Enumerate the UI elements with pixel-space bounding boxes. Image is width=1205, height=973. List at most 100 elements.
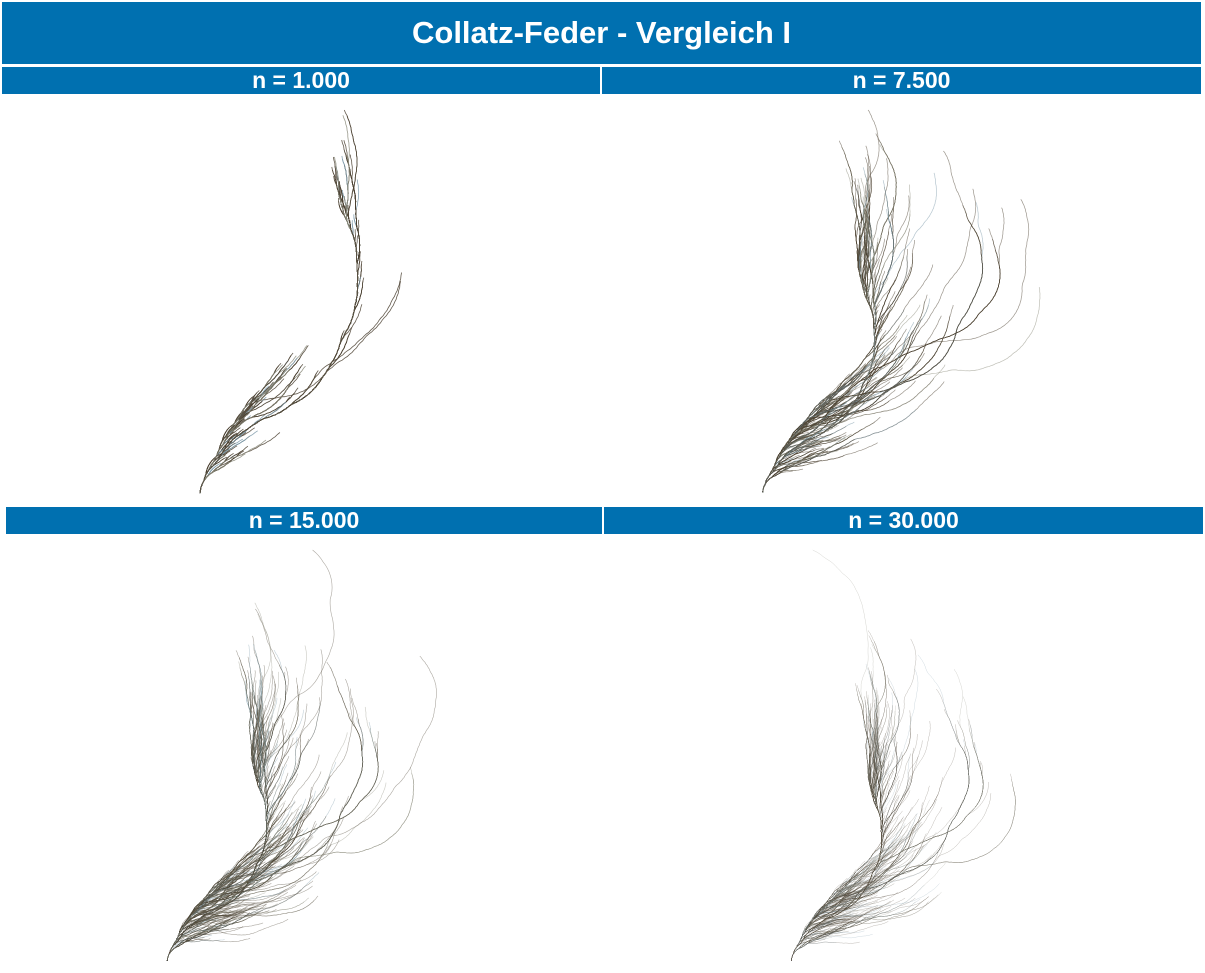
collatz-path-stroke (166, 704, 268, 962)
collatz-path-stroke (166, 808, 283, 962)
collatz-path-stroke (199, 393, 285, 494)
collatz-path-stroke (199, 295, 358, 494)
collatz-path-stroke (199, 355, 292, 494)
collatz-path-stroke (791, 782, 885, 961)
collatz-path-stroke (199, 381, 274, 494)
collatz-path-stroke (166, 939, 225, 962)
collatz-path-stroke (166, 702, 268, 962)
collatz-path-stroke (762, 465, 778, 493)
collatz-path-stroke (166, 754, 320, 962)
collatz-path-stroke (166, 678, 364, 962)
collatz-path-stroke (199, 375, 324, 494)
collatz-path-stroke (791, 901, 929, 961)
collatz-path-stroke (199, 333, 344, 494)
collatz-path-stroke (791, 920, 841, 961)
collatz-path-stroke (762, 280, 875, 493)
collatz-path-stroke (166, 549, 335, 962)
feather-strokes (199, 109, 402, 494)
collatz-path-stroke (166, 891, 219, 962)
collatz-feather-image-n-15000 (2, 536, 602, 973)
collatz-path-stroke (166, 736, 269, 962)
collatz-path-stroke (762, 191, 875, 493)
page-title: Collatz-Feder - Vergleich I (2, 2, 1201, 64)
collatz-path-stroke (199, 276, 359, 494)
collatz-path-stroke (762, 409, 834, 493)
collatz-path-stroke (762, 441, 860, 493)
collatz-path-stroke (199, 432, 281, 494)
collatz-path-stroke (762, 417, 832, 493)
collatz-path-stroke (762, 275, 875, 493)
collatz-path-stroke (166, 768, 268, 962)
collatz-path-stroke (762, 328, 948, 493)
collatz-path-stroke (166, 670, 268, 962)
collatz-path-stroke (199, 363, 304, 494)
collatz-path-stroke (762, 249, 875, 493)
collatz-path-stroke (762, 198, 875, 493)
collatz-path-stroke (791, 789, 1016, 961)
collatz-path-stroke (199, 466, 216, 494)
collatz-path-stroke (166, 703, 321, 962)
collatz-path-stroke (762, 366, 884, 493)
collatz-path-stroke (791, 693, 882, 961)
collatz-path-stroke (166, 690, 268, 962)
collatz-path-stroke (791, 819, 888, 961)
collatz-path-stroke (199, 193, 359, 494)
collatz-path-stroke (199, 327, 353, 494)
collatz-path-stroke (166, 668, 268, 962)
collatz-path-stroke (791, 756, 910, 961)
collatz-path-stroke (199, 220, 361, 494)
collatz-path-stroke (762, 277, 875, 493)
collatz-path-stroke (791, 723, 882, 961)
collatz-path-stroke (166, 701, 268, 962)
collatz-path-stroke (166, 770, 268, 962)
collatz-path-stroke (166, 928, 220, 962)
collatz-path-stroke (791, 748, 882, 961)
collatz-path-stroke (199, 345, 308, 494)
collatz-path-stroke (166, 836, 314, 962)
collatz-path-stroke (199, 181, 359, 494)
collatz-path-stroke (762, 453, 789, 493)
collatz-path-stroke (199, 140, 359, 494)
collatz-path-stroke (762, 192, 875, 493)
collatz-path-stroke (166, 765, 270, 962)
collatz-path-stroke (199, 470, 216, 494)
collatz-path-stroke (199, 439, 233, 494)
collatz-path-stroke (199, 436, 233, 494)
collatz-path-stroke (199, 450, 230, 494)
collatz-path-stroke (199, 229, 359, 494)
collatz-path-stroke (199, 467, 212, 494)
collatz-path-stroke (166, 903, 206, 962)
collatz-path-stroke (762, 196, 875, 493)
collatz-path-stroke (762, 190, 877, 493)
collatz-path-stroke (762, 196, 875, 493)
collatz-path-stroke (791, 874, 871, 961)
feather-strokes (762, 109, 1041, 493)
collatz-path-stroke (199, 193, 359, 494)
collatz-path-stroke (199, 380, 321, 494)
collatz-path-stroke (791, 931, 840, 961)
collatz-path-stroke (762, 460, 809, 493)
collatz-path-stroke (166, 919, 234, 962)
collatz-path-stroke (199, 181, 359, 494)
collatz-path-stroke (791, 891, 942, 961)
collatz-path-stroke (199, 221, 359, 494)
collatz-path-stroke (166, 736, 269, 962)
collatz-path-stroke (762, 394, 831, 493)
collatz-path-stroke (199, 238, 361, 494)
collatz-path-stroke (762, 367, 903, 493)
collatz-path-stroke (166, 842, 302, 962)
feather-drawing (166, 549, 437, 962)
collatz-path-stroke (791, 818, 916, 961)
collatz-path-stroke (199, 461, 220, 494)
collatz-path-stroke (791, 829, 892, 961)
collatz-path-stroke (199, 304, 363, 494)
collatz-path-stroke (199, 330, 345, 494)
collatz-path-stroke (166, 701, 268, 962)
collatz-path-stroke (166, 910, 232, 962)
collatz-path-stroke (199, 181, 359, 494)
collatz-path-stroke (762, 200, 875, 493)
collatz-path-stroke (762, 413, 828, 493)
collatz-path-stroke (199, 229, 361, 494)
collatz-path-stroke (199, 181, 359, 494)
collatz-path-stroke (791, 900, 836, 961)
